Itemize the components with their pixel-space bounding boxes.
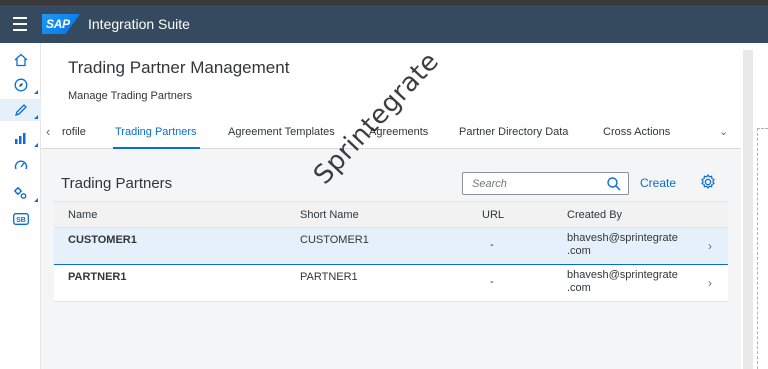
svg-text:SB: SB: [16, 217, 26, 224]
shell-bar: SAP Integration Suite: [0, 5, 768, 43]
tab-partner-directory-data[interactable]: Partner Directory Data: [459, 126, 568, 138]
cell-name: CUSTOMER1: [68, 234, 137, 246]
column-header-created-by[interactable]: Created By: [567, 209, 622, 221]
cell-name: PARTNER1: [68, 271, 127, 283]
table-row[interactable]: PARTNER1 PARTNER1 - bhavesh@sprintegrate…: [54, 265, 728, 302]
panel-border-guide: [757, 128, 768, 369]
table-row[interactable]: CUSTOMER1 CUSTOMER1 - bhavesh@sprintegra…: [54, 228, 728, 265]
chevron-down-icon[interactable]: ⌄: [719, 125, 728, 138]
cell-created-by: bhavesh@sprintegrate .com: [567, 269, 697, 295]
panel-title: Trading Partners: [61, 175, 173, 192]
discover-icon[interactable]: [0, 74, 41, 96]
column-header-short-name[interactable]: Short Name: [300, 209, 359, 221]
monitor-chart-icon[interactable]: [0, 127, 41, 149]
trading-partners-table: Name Short Name URL Created By CUSTOMER1…: [54, 201, 728, 302]
column-header-name[interactable]: Name: [68, 209, 97, 221]
created-by-line: bhavesh@sprintegrate: [567, 269, 678, 281]
tab-cross-actions[interactable]: Cross Actions: [603, 126, 670, 138]
home-icon[interactable]: [0, 49, 41, 71]
tab-profile[interactable]: rofile: [62, 126, 86, 138]
created-by-line: bhavesh@sprintegrate: [567, 232, 678, 244]
cell-url: -: [490, 239, 494, 251]
gauge-icon[interactable]: [0, 154, 41, 176]
design-pencil-icon[interactable]: [0, 99, 41, 121]
search-input[interactable]: Search: [462, 172, 629, 195]
cell-short-name: CUSTOMER1: [300, 234, 369, 246]
gear-icon[interactable]: [699, 173, 717, 191]
selected-tab-indicator: [113, 147, 200, 149]
chevron-left-icon[interactable]: ‹: [46, 124, 50, 139]
menu-icon[interactable]: [0, 5, 40, 43]
search-icon[interactable]: [606, 176, 622, 192]
cell-created-by: bhavesh@sprintegrate .com: [567, 232, 697, 258]
search-placeholder: Search: [472, 178, 507, 190]
cell-short-name: PARTNER1: [300, 271, 358, 283]
side-navigation: SB: [0, 43, 41, 369]
api-badge-icon[interactable]: SB: [0, 208, 41, 230]
settings-gears-icon[interactable]: [0, 182, 41, 204]
column-header-url[interactable]: URL: [482, 209, 504, 221]
create-button[interactable]: Create: [640, 176, 676, 190]
sap-logo[interactable]: SAP: [42, 14, 80, 34]
scrollbar[interactable]: [743, 50, 753, 369]
created-by-line: .com: [567, 245, 591, 257]
app-title: Integration Suite: [88, 16, 190, 32]
trading-partners-panel: Trading Partners Search Create Name Shor…: [54, 163, 728, 369]
created-by-line: .com: [567, 282, 591, 294]
chevron-right-icon[interactable]: ›: [708, 239, 712, 253]
tab-trading-partners[interactable]: Trading Partners: [115, 126, 197, 138]
cell-url: -: [490, 276, 494, 288]
table-header: Name Short Name URL Created By: [54, 201, 728, 228]
page-title: Trading Partner Management: [68, 58, 290, 77]
page-subtitle: Manage Trading Partners: [68, 90, 193, 102]
tab-agreement-templates[interactable]: Agreement Templates: [228, 126, 335, 138]
chevron-right-icon[interactable]: ›: [708, 276, 712, 290]
